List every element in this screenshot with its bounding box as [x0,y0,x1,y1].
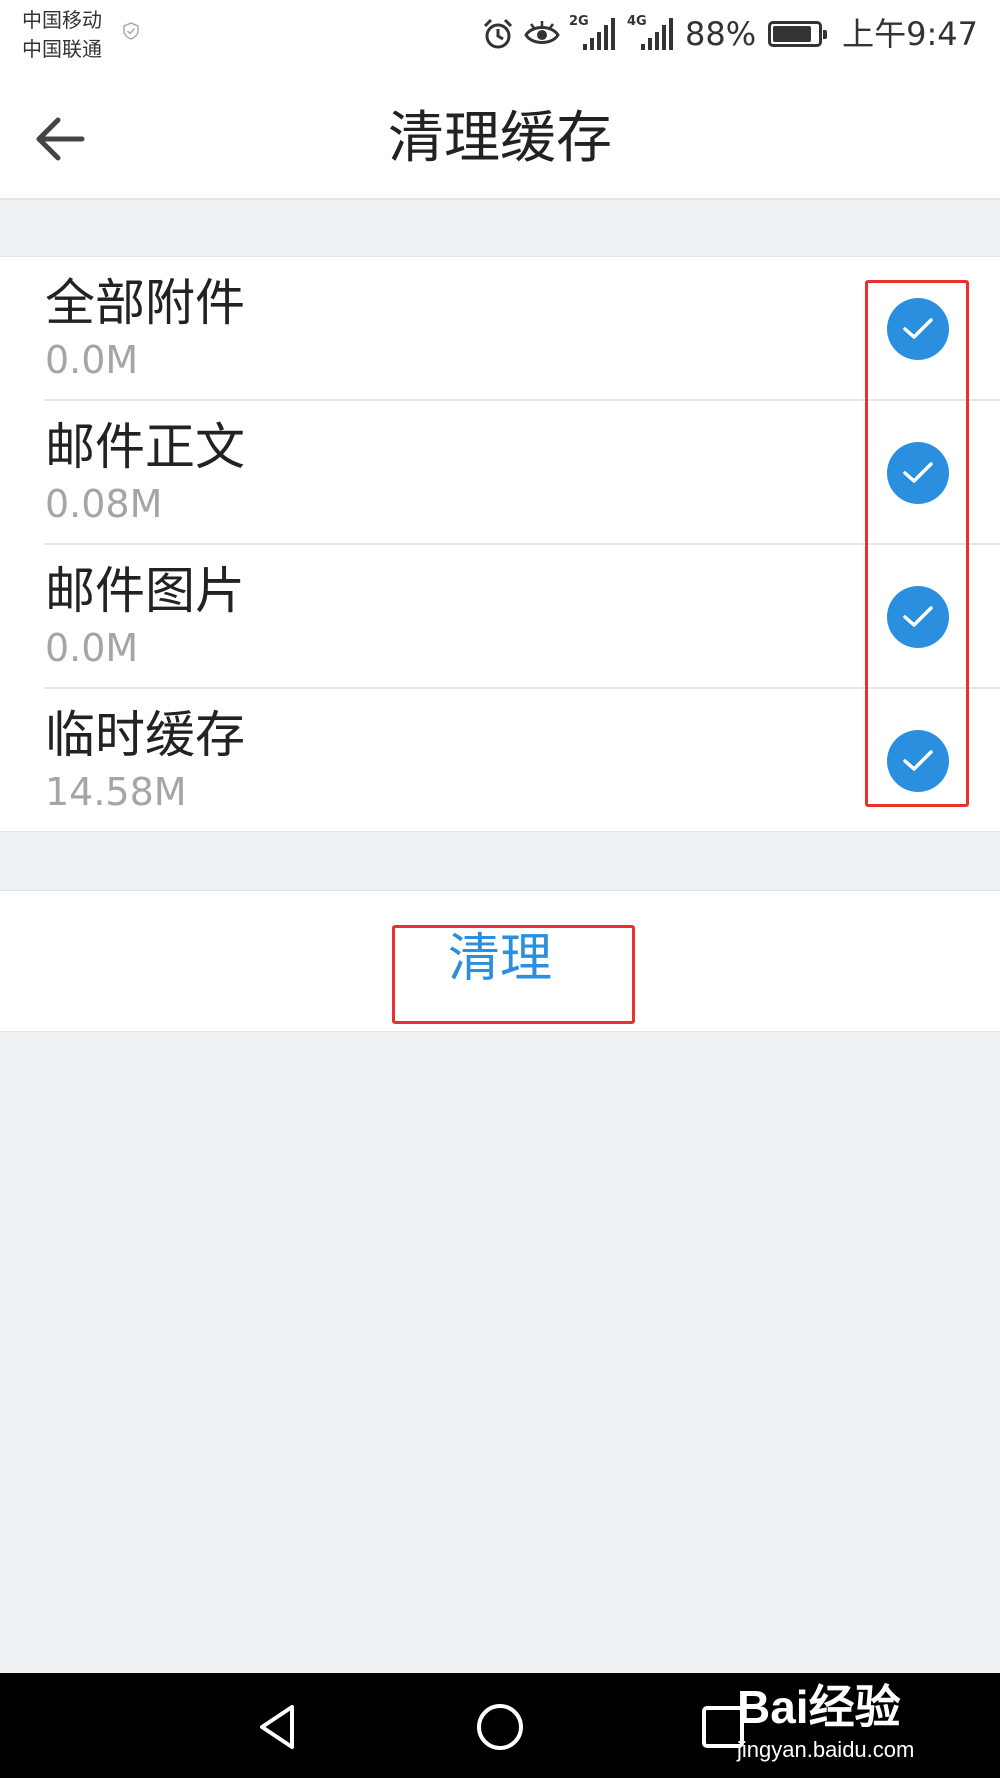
signal-2g-indicator: 2G [569,14,619,54]
checkbox-mail-images[interactable] [887,586,949,648]
item-label: 邮件正文 [45,418,245,476]
clean-button[interactable]: 清理 [0,927,1000,991]
back-triangle-icon [260,1705,294,1749]
item-label: 临时缓存 [45,706,245,764]
list-item-all-attachments[interactable]: 全部附件 0.0M [0,257,1000,401]
battery-fill [773,26,812,42]
signal-icon [641,18,673,50]
action-section: 清理 [0,890,1000,1032]
home-circle-icon [477,1704,523,1750]
signal-icon [583,18,615,50]
clock: 上午9:47 [842,15,978,53]
list-item-mail-images[interactable]: 邮件图片 0.0M [0,545,1000,689]
item-size: 0.0M [45,338,139,382]
watermark-url: jingyan.baidu.com [737,1737,915,1762]
checkbox-temp-cache[interactable] [887,730,949,792]
carrier-secondary: 中国联通 [22,37,102,61]
checkbox-mail-body[interactable] [887,442,949,504]
eye-icon [524,21,560,44]
carrier-primary: 中国移动 [22,8,102,32]
checkmark-icon [903,750,933,771]
alarm-icon [483,18,513,49]
checkbox-all-attachments[interactable] [887,298,949,360]
item-size: 14.58M [45,770,187,814]
watermark-logo: Bai经验 [737,1681,901,1733]
battery-icon [768,21,828,47]
page-title: 清理缓存 [388,106,612,171]
item-size: 0.08M [45,482,163,526]
baidu-jingyan-watermark: Bai经验 jingyan.baidu.com [737,1675,952,1770]
nav-home-button[interactable] [474,1701,526,1753]
cache-list: 全部附件 0.0M 邮件正文 0.08M 邮件图片 0.0M 临时缓存 14.5… [0,256,1000,832]
status-indicators: 2G 4G 88% 上午9:47 [481,14,978,54]
status-bar: 中国移动 中国联通 2G 4G 88% 上午9:47 [0,0,1000,70]
battery-percent: 88% [685,15,757,53]
signal-4g-indicator: 4G [627,14,677,54]
checkmark-icon [903,462,933,483]
item-size: 0.0M [45,626,139,670]
carrier-badge-icon [123,22,139,40]
title-bar: 清理缓存 [0,70,1000,200]
checkmark-icon [903,318,933,339]
list-item-temp-cache[interactable]: 临时缓存 14.58M [0,689,1000,833]
checkmark-icon [903,606,933,627]
list-item-mail-body[interactable]: 邮件正文 0.08M [0,401,1000,545]
item-label: 全部附件 [45,274,245,332]
nav-back-button[interactable] [252,1701,304,1753]
item-label: 邮件图片 [45,562,245,620]
